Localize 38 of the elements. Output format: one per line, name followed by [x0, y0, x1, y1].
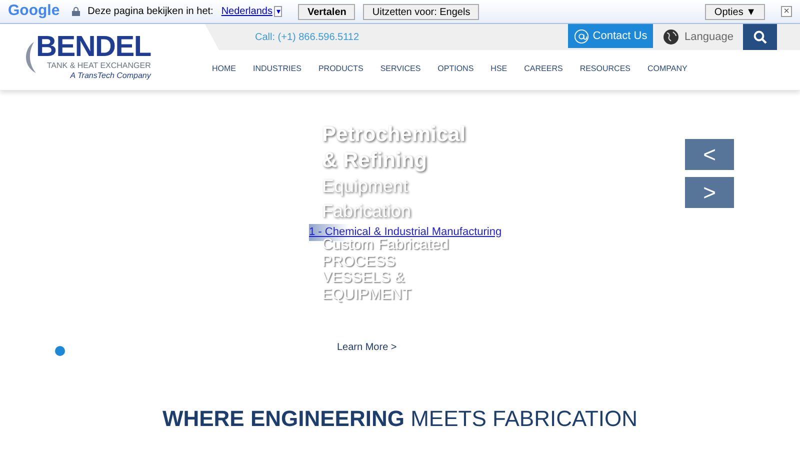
- next-button[interactable]: >: [685, 177, 734, 208]
- logo-wordmark: BENDEL: [36, 33, 151, 61]
- nav-link[interactable]: CAREERS: [524, 63, 563, 75]
- nav-link[interactable]: INDUSTRIES: [253, 63, 302, 75]
- hero-body-line: EQUIPMENT: [322, 286, 413, 303]
- logo-tagline: TANK & HEAT EXCHANGER: [46, 61, 151, 71]
- slide-link[interactable]: 1 - Chemical & Industrial Manufacturing: [309, 224, 502, 240]
- lock-icon: [72, 7, 80, 16]
- hero-body-line: PROCESS: [322, 254, 397, 270]
- turn-off-button[interactable]: Uitzetten voor: Engels: [363, 4, 480, 20]
- language-link[interactable]: Nederlands: [221, 4, 272, 19]
- google-logo: Google: [8, 1, 60, 22]
- search-icon: [753, 30, 767, 44]
- translate-button[interactable]: Vertalen: [298, 4, 356, 20]
- at-sign-icon: [574, 28, 589, 44]
- close-button[interactable]: ×: [781, 6, 792, 17]
- translate-prompt: Deze pagina bekijken in het:: [88, 5, 214, 19]
- nav-link[interactable]: RESOURCES: [580, 63, 630, 75]
- nav-link[interactable]: HSE: [490, 63, 508, 75]
- nav-link[interactable]: HOME: [212, 63, 236, 75]
- hero-subtitle: Fabrication: [322, 200, 413, 223]
- hero-body-line: VESSELS &: [322, 270, 406, 286]
- nav-link[interactable]: OPTIONS: [438, 63, 474, 75]
- hero-subtitle: Equipment: [322, 175, 410, 199]
- hero-title: Petrochemical: [322, 122, 466, 148]
- language-dropdown[interactable]: ▾: [274, 6, 282, 17]
- options-button[interactable]: Opties ▼: [705, 4, 765, 20]
- hero-title: & Refining: [322, 148, 428, 174]
- section-heading: WHERE ENGINEERING MEETS FABRICATION: [162, 405, 638, 433]
- language-button[interactable]: Language: [653, 24, 743, 50]
- search-button[interactable]: [743, 24, 777, 50]
- nav-link[interactable]: COMPANY: [648, 63, 688, 75]
- learn-more-link[interactable]: Learn More >: [337, 340, 397, 355]
- nav-link[interactable]: SERVICES: [380, 63, 421, 75]
- nav-link[interactable]: PRODUCTS: [318, 63, 364, 75]
- contact-button[interactable]: Contact Us: [568, 24, 653, 48]
- logo-subtitle: A TransTech Company: [70, 71, 151, 81]
- prev-button[interactable]: <: [685, 139, 734, 170]
